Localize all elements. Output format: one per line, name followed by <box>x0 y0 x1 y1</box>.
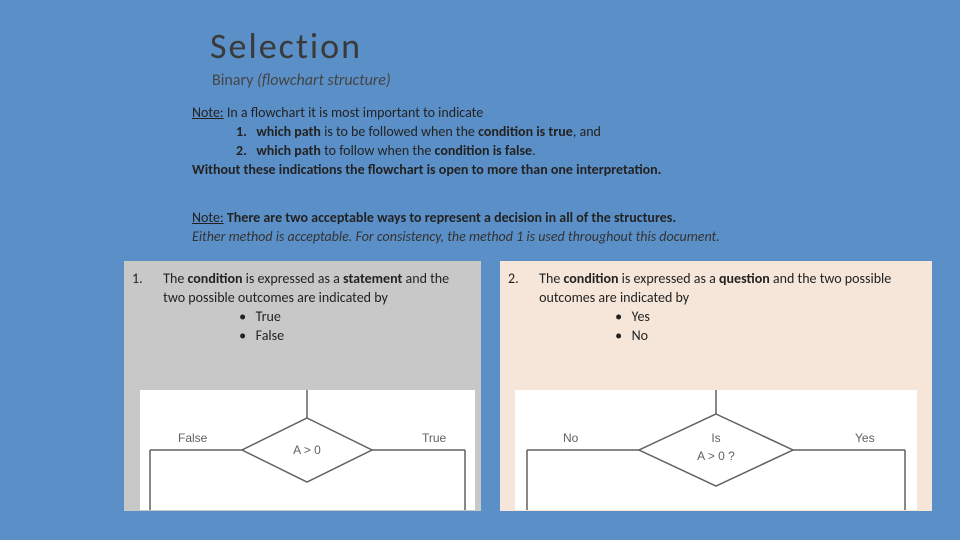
method-2-text: The condition is expressed as a question… <box>539 270 911 346</box>
diagram-condition-label: A > 0 <box>293 443 321 457</box>
method-1-text: The condition is expressed as a statemen… <box>163 270 460 346</box>
diagram-question: Is A > 0 ? No Yes <box>515 390 917 510</box>
note1-li2-mid: to follow when the <box>321 142 435 159</box>
diagram-true-label: True <box>422 431 447 445</box>
note1-li2-b: condition is false <box>435 142 533 159</box>
diagram-false-label: False <box>178 431 208 445</box>
note1-li1-mid: is to be followed when the <box>321 123 478 140</box>
note1-li1-end: , and <box>573 123 601 140</box>
diagram-no-label: No <box>563 431 579 445</box>
bullet-true: True <box>256 308 281 325</box>
page-title: Selection <box>210 24 362 68</box>
note1-lead: In a flowchart it is most important to i… <box>224 104 484 121</box>
note1-list: 1. which path is to be followed when the… <box>236 123 820 161</box>
diagram-q-line2: A > 0 ? <box>697 449 735 463</box>
note1-li2-pre: which path <box>256 142 321 159</box>
diagram-q-line1: Is <box>711 431 720 445</box>
diagram-statement: A > 0 False True <box>140 390 475 510</box>
method-1-number: 1. <box>132 270 160 289</box>
method-2-number: 2. <box>508 270 536 289</box>
bullet-no: No <box>632 327 648 344</box>
diagram-yes-label: Yes <box>855 431 875 445</box>
note1-li1-b: condition is true <box>478 123 573 140</box>
slide: Selection Binary (flowchart structure) N… <box>0 0 960 540</box>
note2-label: Note: <box>192 209 224 226</box>
note1-item-1: 1. which path is to be followed when the… <box>236 123 820 142</box>
note1-li2-no: 2. <box>236 142 247 159</box>
subtitle-italic: (flowchart structure) <box>257 71 391 90</box>
note2-body: There are two acceptable ways to represe… <box>224 209 676 226</box>
bullet-false: False <box>256 327 284 344</box>
bullet-yes: Yes <box>632 308 650 325</box>
note1-li2-end: . <box>532 142 536 159</box>
page-subtitle: Binary (flowchart structure) <box>212 71 391 90</box>
method-2-bullets: • Yes • No <box>615 308 911 346</box>
note1-item-2: 2. which path to follow when the conditi… <box>236 142 820 161</box>
subtitle-lead: Binary <box>212 71 253 90</box>
note2-italic: Either method is acceptable. For consist… <box>192 228 720 245</box>
note-block-2: Note: There are two acceptable ways to r… <box>192 209 900 247</box>
note-block-1: Note: In a flowchart it is most importan… <box>192 104 820 180</box>
method-1-bullets: • True • False <box>239 308 460 346</box>
note-label: Note: <box>192 104 224 121</box>
note1-li1-pre: which path <box>256 123 321 140</box>
note1-li1-no: 1. <box>236 123 247 140</box>
note1-close: Without these indications the flowchart … <box>192 161 661 178</box>
